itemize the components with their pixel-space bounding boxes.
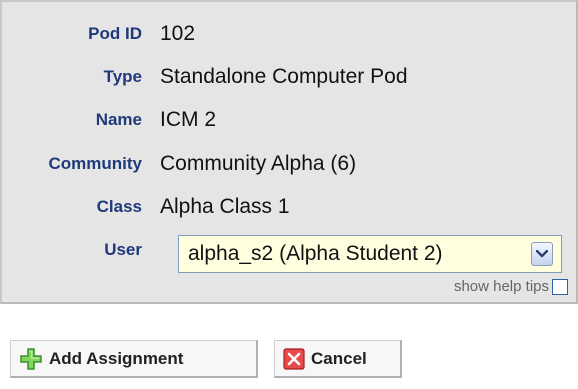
user-select-value: alpha_s2 (Alpha Student 2) [188, 242, 443, 265]
user-select[interactable]: alpha_s2 (Alpha Student 2) [178, 235, 562, 273]
field-row-user: User [2, 232, 160, 268]
chevron-down-icon[interactable] [531, 242, 553, 266]
name-label: Name [95, 110, 142, 129]
community-value: Community Alpha (6) [160, 152, 357, 175]
close-icon [283, 347, 305, 370]
cancel-button[interactable]: Cancel [274, 340, 402, 378]
cancel-label: Cancel [311, 348, 367, 368]
pod-id-value: 102 [160, 22, 196, 45]
plus-icon [19, 347, 43, 371]
community-label: Community [48, 154, 143, 173]
class-label: Class [96, 197, 142, 216]
add-assignment-label: Add Assignment [49, 348, 184, 368]
type-value: Standalone Computer Pod [160, 65, 408, 88]
field-row-pod-id: Pod ID 102 [2, 16, 195, 52]
field-row-class: Class Alpha Class 1 [2, 189, 290, 225]
type-label: Type [103, 67, 142, 86]
field-row-type: Type Standalone Computer Pod [2, 59, 408, 95]
pod-id-label: Pod ID [88, 24, 142, 43]
name-value: ICM 2 [160, 108, 217, 131]
class-value: Alpha Class 1 [160, 195, 290, 218]
user-label: User [104, 240, 142, 259]
field-row-community: Community Community Alpha (6) [2, 146, 357, 182]
pod-details-panel: Pod ID 102 Type Standalone Computer Pod … [0, 0, 578, 304]
add-assignment-button[interactable]: Add Assignment [10, 340, 258, 378]
help-tips-toggle[interactable]: show help tips [454, 278, 568, 295]
help-tips-label: show help tips [453, 278, 549, 295]
field-row-name: Name ICM 2 [2, 102, 216, 138]
help-tips-checkbox[interactable] [552, 278, 568, 295]
